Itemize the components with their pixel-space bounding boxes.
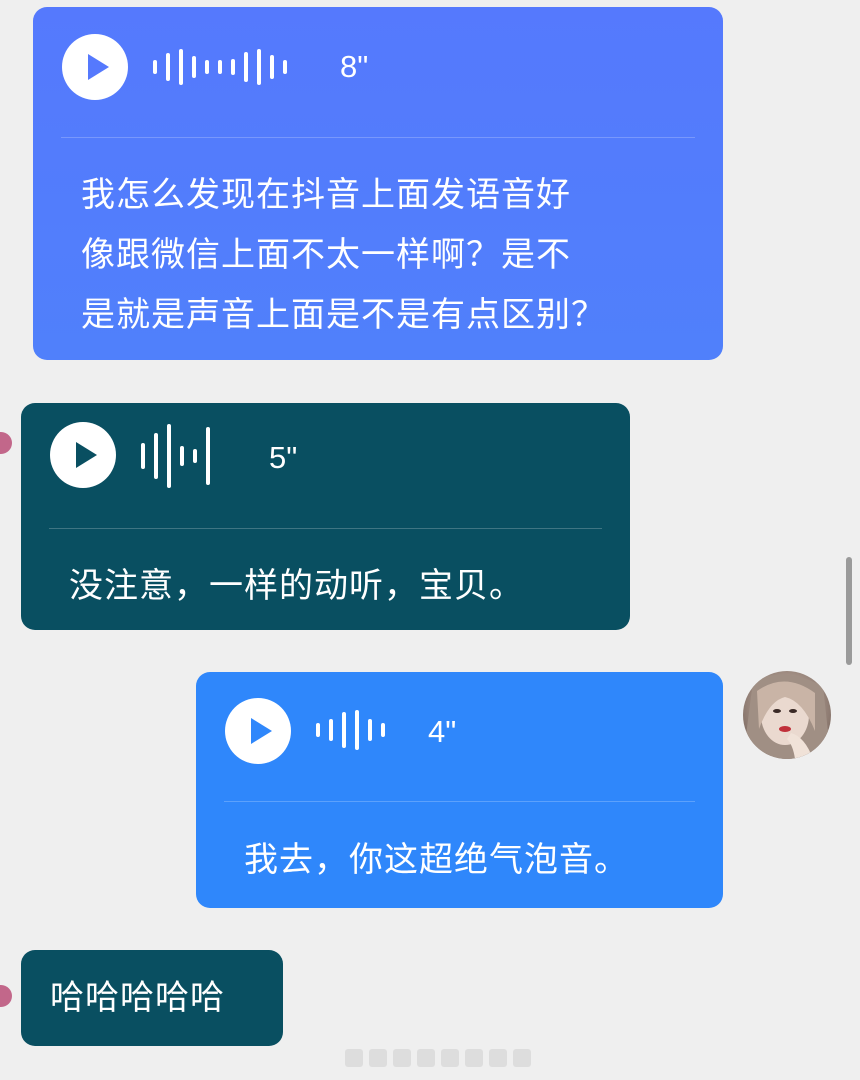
- play-icon[interactable]: [62, 34, 128, 100]
- play-icon[interactable]: [50, 422, 116, 488]
- transcript-line: 我怎么发现在抖音上面发语音好: [81, 175, 571, 215]
- sender-avatar-edge: [0, 432, 12, 454]
- user-avatar[interactable]: [743, 671, 831, 759]
- scrollbar[interactable]: [846, 557, 852, 665]
- play-icon[interactable]: [225, 698, 291, 764]
- message-text: 哈哈哈哈哈: [50, 978, 225, 1018]
- voice-transcript: 没注意，一样的动听，宝贝。: [69, 556, 524, 616]
- divider: [49, 528, 602, 529]
- sender-avatar-edge: [0, 985, 12, 1007]
- transcript-line: 像跟微信上面不太一样啊？是不: [81, 235, 571, 275]
- voice-message-1[interactable]: 8" 我怎么发现在抖音上面发语音好 像跟微信上面不太一样啊？是不 是就是声音上面…: [33, 7, 723, 360]
- waveform-icon: [141, 421, 210, 491]
- waveform-icon: [316, 695, 385, 765]
- voice-duration: 4": [428, 714, 457, 749]
- watermark: [345, 1049, 531, 1067]
- voice-message-3[interactable]: 4" 我去，你这超绝气泡音。: [196, 672, 723, 908]
- voice-message-2[interactable]: 5" 没注意，一样的动听，宝贝。: [21, 403, 630, 630]
- divider: [61, 137, 695, 138]
- voice-transcript: 我去，你这超绝气泡音。: [244, 830, 629, 890]
- divider: [224, 801, 695, 802]
- waveform-icon: [153, 32, 287, 102]
- transcript-line: 是就是声音上面是不是有点区别？: [81, 295, 606, 335]
- transcript-line: 我去，你这超绝气泡音。: [244, 840, 629, 880]
- text-message[interactable]: 哈哈哈哈哈: [21, 950, 283, 1046]
- voice-duration: 8": [340, 49, 369, 84]
- transcript-line: 没注意，一样的动听，宝贝。: [69, 566, 524, 606]
- voice-duration: 5": [269, 440, 298, 475]
- voice-transcript: 我怎么发现在抖音上面发语音好 像跟微信上面不太一样啊？是不 是就是声音上面是不是…: [81, 165, 606, 345]
